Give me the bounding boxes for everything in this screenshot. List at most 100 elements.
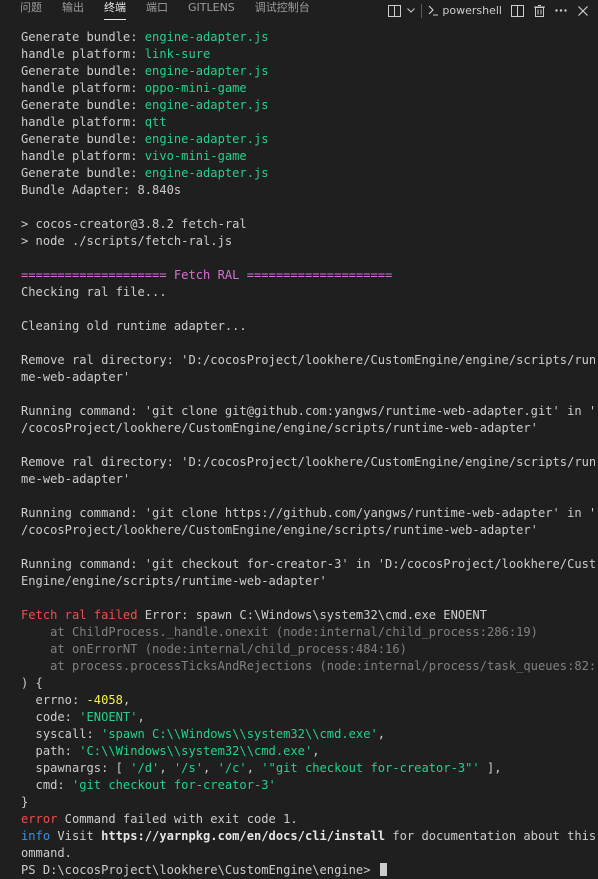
terminal-text: Remove ral directory: 'D:/cocosProject/l…	[21, 455, 595, 469]
terminal-line: me-web-adapter'	[21, 369, 595, 386]
header-divider	[421, 3, 423, 18]
terminal-text: cmd:	[21, 778, 72, 792]
terminal-line: cmd: 'git checkout for-creator-3'	[21, 777, 595, 794]
terminal-text: at ChildProcess._handle.onexit (node:int…	[21, 625, 538, 639]
terminal-line: at process.processTicksAndRejections (no…	[21, 658, 595, 675]
chevron-down-icon[interactable]	[405, 2, 417, 20]
tab-debug-console[interactable]: 调试控制台	[245, 0, 320, 21]
terminal-text: Bundle Adapter: 8.840s	[21, 183, 182, 197]
terminal-line: > cocos-creator@3.8.2 fetch-ral	[21, 216, 595, 233]
terminal-text: for documentation about this c	[385, 829, 595, 843]
split-icon[interactable]	[506, 2, 528, 20]
terminal-text: engine-adapter.js	[144, 30, 269, 44]
terminal-text: qtt	[144, 115, 167, 129]
terminal-text: ,	[246, 761, 262, 775]
terminal-line: Running command: 'git clone https://gith…	[21, 505, 595, 522]
terminal-line: handle platform: vivo-mini-game	[21, 148, 595, 165]
terminal-text: syscall:	[21, 727, 102, 741]
terminal-text: Error: spawn C:\Windows\system32\cmd.exe…	[137, 608, 487, 622]
terminal-text: Running command: 'git checkout for-creat…	[21, 557, 595, 571]
tab-problems[interactable]: 问题	[0, 0, 52, 21]
terminal-text: vivo-mini-game	[144, 149, 247, 163]
terminal-text: '/c'	[217, 761, 247, 775]
terminal-text: at onErrorNT (node:internal/child_proces…	[21, 642, 407, 656]
terminal-text: Remove ral directory: 'D:/cocosProject/l…	[21, 353, 595, 367]
trash-icon[interactable]	[528, 2, 550, 20]
terminal-text: engine-adapter.js	[144, 132, 269, 146]
terminal-text: ,	[137, 710, 145, 724]
terminal-text: Visit	[50, 829, 102, 843]
terminal-line: Cleaning old runtime adapter...	[21, 318, 595, 335]
terminal-text: handle platform:	[21, 149, 145, 163]
terminal-text: Command failed with exit code 1.	[57, 812, 298, 826]
tab-gitlens[interactable]: GITLENS	[178, 0, 245, 21]
tab-ports[interactable]: 端口	[136, 0, 178, 21]
terminal-line: Running command: 'git checkout for-creat…	[21, 556, 595, 573]
layout-icon[interactable]	[383, 2, 405, 20]
terminal-line: at ChildProcess._handle.onexit (node:int…	[21, 624, 595, 641]
terminal-text: Running command: 'git clone git@github.c…	[21, 404, 595, 418]
terminal-cursor	[379, 863, 387, 876]
terminal-text: ],	[479, 761, 502, 775]
terminal-text: 'spawn C:\\Windows\\system32\\cmd.exe'	[101, 727, 378, 741]
terminal-line: path: 'C:\\Windows\\system32\\cmd.exe',	[21, 743, 595, 760]
terminal-text: 'ENOENT'	[79, 710, 138, 724]
terminal-text: Generate bundle:	[21, 64, 145, 78]
terminal-line: /cocosProject/lookhere/CustomEngine/engi…	[21, 420, 595, 437]
terminal-text: path:	[21, 744, 80, 758]
terminal-text: me-web-adapter'	[21, 472, 131, 486]
terminal-text: Engine/engine/scripts/runtime-web-adapte…	[21, 574, 327, 588]
terminal-line: Remove ral directory: 'D:/cocosProject/l…	[21, 352, 595, 369]
terminal-text: ,	[203, 761, 218, 775]
tab-terminal[interactable]: 终端	[94, 0, 136, 21]
terminal-line: spawnargs: [ '/d', '/s', '/c', '"git che…	[21, 760, 595, 777]
terminal-text: '/d'	[130, 761, 160, 775]
terminal-text: info	[21, 829, 51, 843]
terminal-text: Generate bundle:	[21, 166, 145, 180]
tab-output[interactable]: 输出	[52, 0, 94, 21]
terminal-line: handle platform: qtt	[21, 114, 595, 131]
terminal-text: Generate bundle:	[21, 132, 145, 146]
terminal-text: code:	[21, 710, 80, 724]
terminal-text: link-sure	[144, 47, 211, 61]
terminal-output[interactable]: Generate bundle: engine-adapter.js handle…	[21, 29, 595, 879]
terminal-line: Generate bundle: engine-adapter.js	[21, 97, 595, 114]
terminal-line: Bundle Adapter: 8.840s	[21, 182, 595, 199]
terminal-text: }	[21, 795, 29, 809]
terminal-text: error	[21, 812, 58, 826]
terminal-line: ) {	[21, 675, 595, 692]
more-icon[interactable]	[550, 2, 572, 20]
terminal-text: Running command: 'git clone https://gith…	[21, 506, 595, 520]
close-icon[interactable]	[572, 2, 594, 20]
terminal-name[interactable]: powershell	[440, 4, 506, 17]
terminal-text: > cocos-creator@3.8.2 fetch-ral	[21, 217, 247, 231]
terminal-text: ,	[377, 727, 386, 741]
terminal-text: handle platform:	[21, 115, 145, 129]
terminal-text: Cleaning old runtime adapter...	[21, 319, 247, 333]
terminal-text: '"git checkout for-creator-3"'	[261, 761, 480, 775]
terminal-text: engine-adapter.js	[144, 64, 269, 78]
terminal-line: code: 'ENOENT',	[21, 709, 595, 726]
terminal-line: error Command failed with exit code 1.	[21, 811, 595, 828]
terminal-text: '/s'	[173, 761, 204, 775]
terminal-text: ==================== Fetch RAL =========…	[21, 268, 393, 282]
terminal-line: /cocosProject/lookhere/CustomEngine/engi…	[21, 522, 595, 539]
terminal-line: handle platform: oppo-mini-game	[21, 80, 595, 97]
terminal-text: 'git checkout for-creator-3'	[71, 778, 276, 792]
terminal-line: me-web-adapter'	[21, 471, 595, 488]
terminal-text: at process.processTicksAndRejections (no…	[21, 659, 595, 673]
terminal-text: ,	[312, 744, 320, 758]
terminal-text: ) {	[21, 676, 43, 690]
terminal-text: /cocosProject/lookhere/CustomEngine/engi…	[21, 421, 538, 435]
terminal-line: ommand.	[21, 845, 595, 862]
terminal-text: spawnargs: [	[21, 761, 131, 775]
terminal-text: Generate bundle:	[21, 98, 145, 112]
terminal-line: Generate bundle: engine-adapter.js	[21, 29, 595, 46]
